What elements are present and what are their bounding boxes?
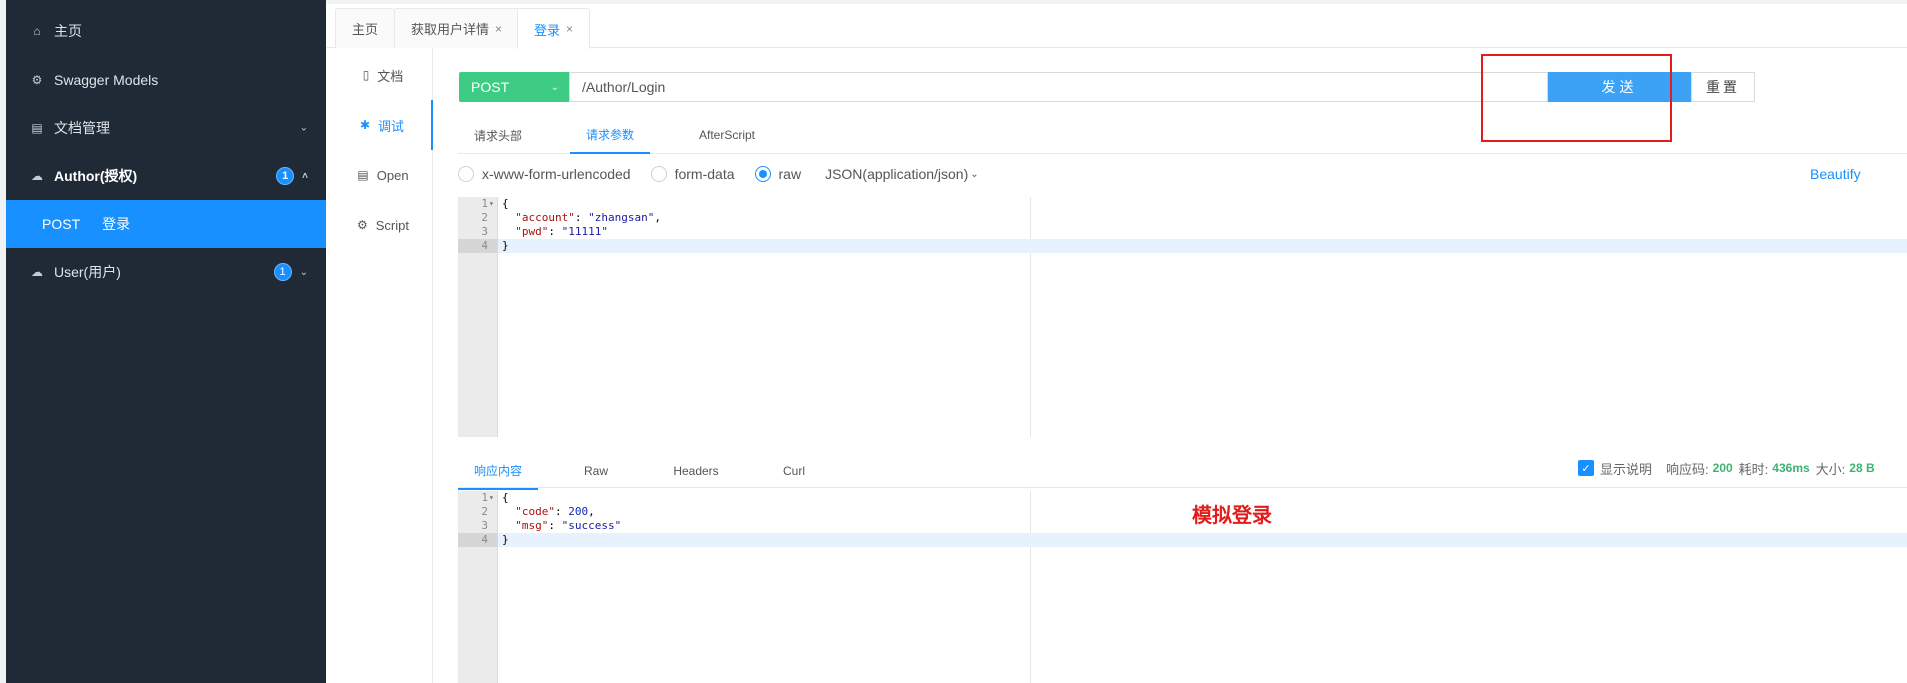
cloud-icon: ☁ — [31, 265, 43, 279]
request-tabs: 请求头部 请求参数 AfterScript — [458, 116, 1907, 154]
tab-user-detail[interactable]: 获取用户详情 × — [394, 8, 520, 48]
method-label: POST — [42, 216, 81, 232]
code-line-active: 4 } — [458, 533, 1907, 547]
vnav-label: Script — [375, 217, 409, 233]
sidebar-item-label: 登录 — [102, 216, 131, 232]
tab-label: 获取用户详情 — [411, 22, 490, 37]
code-line: 2 "account": "zhangsan", — [481, 211, 661, 224]
chevron-down-icon: ⌄ — [550, 81, 559, 93]
radio-circle-checked — [754, 166, 771, 182]
count-badge: 1 — [273, 263, 292, 281]
time-label: 耗时: — [1738, 461, 1769, 477]
vnav-script[interactable]: ⚙ Script — [333, 200, 433, 250]
code-line: 1 ▾ { — [481, 491, 509, 505]
script-icon: ⚙ — [357, 218, 368, 232]
home-icon: ⌂ — [33, 24, 41, 38]
fold-arrow-icon[interactable]: ▾ — [489, 197, 494, 211]
cube-icon: ⚙ — [31, 73, 43, 87]
show-desc-label: 显示说明 — [1600, 461, 1653, 477]
app-root: ⌂ 主页 ⚙ Swagger Models ▤ 文档管理 ⌄ ☁ Author(… — [0, 0, 1907, 683]
request-body-editor[interactable]: 1 ▾ { 2 "account": "zhangsan", 3 "pwd": "… — [458, 197, 1907, 437]
tab-bar: 主页 获取用户详情 × 登录 × — [326, 0, 1907, 49]
tab-label: 登录 — [534, 22, 561, 38]
tab-response-content[interactable]: 响应内容 — [458, 452, 538, 490]
url-input[interactable]: /Author/Login — [569, 72, 1548, 102]
cloud-icon: ☁ — [31, 169, 43, 183]
beautify-link[interactable]: Beautify — [1810, 166, 1861, 182]
sidebar-item-author[interactable]: ☁ Author(授权) 1 ˄ — [6, 152, 326, 200]
fold-arrow-icon[interactable]: ▾ — [489, 491, 494, 505]
chevron-down-icon: ⌄ — [299, 266, 308, 278]
response-meta: ✓ 显示说明 响应码: 200 耗时: 436ms 大小: 28 B — [1578, 459, 1881, 477]
tab-request-params[interactable]: 请求参数 — [570, 116, 650, 154]
close-icon[interactable]: × — [566, 22, 573, 36]
content-type-select[interactable]: JSON(application/json) ⌄ — [825, 166, 979, 182]
sidebar-item-label: 主页 — [54, 23, 82, 39]
reset-button[interactable]: 重置 — [1691, 72, 1755, 102]
size-label: 大小: — [1815, 461, 1846, 477]
size-value: 28 B — [1849, 461, 1875, 475]
tab-curl[interactable]: Curl — [754, 452, 834, 490]
show-desc-checkbox[interactable]: ✓ — [1578, 460, 1594, 476]
sidebar-item-label: Swagger Models — [54, 72, 159, 88]
time-value: 436ms — [1772, 461, 1810, 475]
radio-circle — [458, 166, 474, 182]
tab-login[interactable]: 登录 × — [517, 8, 591, 49]
close-icon[interactable]: × — [495, 22, 502, 36]
sidebar-item-home[interactable]: ⌂ 主页 — [6, 7, 326, 55]
method-value: POST — [471, 79, 510, 95]
radio-form-data[interactable]: form-data — [650, 166, 735, 182]
status-code-label: 响应码: — [1666, 461, 1709, 477]
method-select[interactable]: POST ⌄ — [459, 72, 569, 102]
count-badge: 1 — [276, 167, 295, 185]
response-body-editor[interactable]: 1 ▾ { 2 "code": 200, 3 "msg": "success" 4… — [458, 491, 1907, 683]
annotation-label: 模拟登录 — [1192, 505, 1272, 527]
vnav-label: 调试 — [378, 118, 405, 134]
content-type-value: JSON(application/json) — [825, 166, 969, 182]
radio-label: raw — [778, 166, 802, 182]
vnav-doc[interactable]: ▯ 文档 — [333, 50, 433, 100]
file-icon: ▤ — [357, 168, 369, 182]
tab-raw[interactable]: Raw — [556, 452, 636, 490]
vnav-label: 文档 — [377, 68, 404, 84]
sidebar-item-label: 文档管理 — [54, 120, 110, 136]
radio-label: form-data — [674, 166, 735, 182]
sidebar-item-label: User(用户) — [54, 264, 121, 280]
tab-label: 主页 — [352, 22, 379, 37]
radio-circle — [650, 166, 667, 182]
sidebar-item-user[interactable]: ☁ User(用户) 1 ⌄ — [6, 248, 326, 296]
chevron-up-icon: ˄ — [302, 170, 308, 182]
sidebar-item-login[interactable]: POST 登录 — [6, 200, 326, 248]
vnav-open[interactable]: ▤ Open — [333, 150, 433, 200]
code-line: 3 "pwd": "11111" — [481, 225, 608, 238]
vnav-debug[interactable]: ✱ 调试 — [333, 100, 433, 150]
body-type-group: x-www-form-urlencoded form-data raw JSON… — [458, 162, 979, 186]
sidebar-item-label: Author(授权) — [54, 168, 138, 184]
radio-urlencoded[interactable]: x-www-form-urlencoded — [458, 166, 631, 182]
code-line: 2 "code": 200, — [481, 505, 595, 518]
code-line: 1 ▾ { — [481, 197, 509, 211]
radio-raw[interactable]: raw — [754, 166, 802, 182]
url-value: /Author/Login — [582, 79, 666, 95]
sidebar-item-swagger-models[interactable]: ⚙ Swagger Models — [6, 56, 326, 104]
sidebar: ⌂ 主页 ⚙ Swagger Models ▤ 文档管理 ⌄ ☁ Author(… — [6, 0, 326, 683]
sidebar-item-doc-manage[interactable]: ▤ 文档管理 ⌄ — [6, 104, 326, 152]
api-view-nav: ▯ 文档 ✱ 调试 ▤ Open ⚙ Script — [333, 48, 433, 683]
status-code-value: 200 — [1712, 461, 1733, 475]
chevron-down-icon: ⌄ — [299, 122, 308, 134]
tab-home[interactable]: 主页 — [335, 8, 396, 48]
bug-icon: ✱ — [359, 118, 371, 132]
doc-manage-icon: ▤ — [31, 121, 43, 135]
chevron-down-icon: ⌄ — [970, 168, 979, 180]
radio-label: x-www-form-urlencoded — [482, 166, 631, 182]
tab-after-script[interactable]: AfterScript — [682, 116, 772, 154]
vnav-label: Open — [376, 167, 409, 183]
tab-request-headers[interactable]: 请求头部 — [458, 116, 538, 154]
code-line: 3 "msg": "success" — [481, 519, 622, 532]
document-icon: ▯ — [362, 68, 370, 82]
tab-headers[interactable]: Headers — [646, 452, 746, 490]
code-line-active: 4 } — [458, 239, 1907, 253]
